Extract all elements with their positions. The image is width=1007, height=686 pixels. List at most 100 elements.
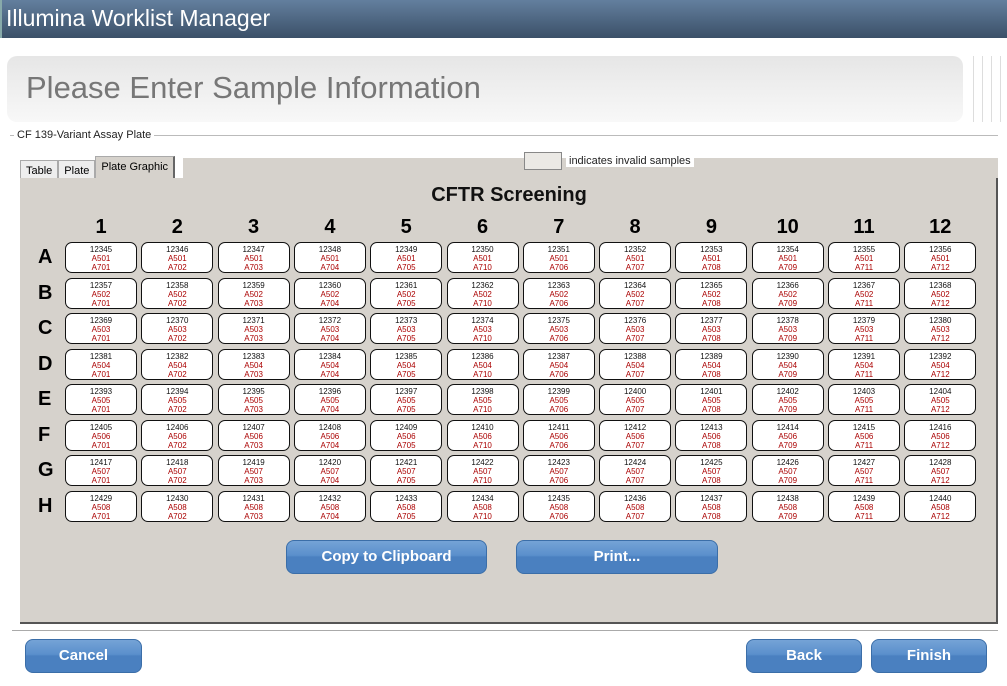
plate-well[interactable]: 12440 A508 A712: [904, 490, 977, 522]
plate-well[interactable]: 12381 A504 A701: [65, 348, 137, 380]
plate-well[interactable]: 12425 A507 A708: [675, 455, 748, 486]
back-button[interactable]: Back: [746, 639, 862, 673]
plate-well[interactable]: 12358 A502 A702: [141, 277, 214, 309]
tab-plate[interactable]: Plate: [58, 160, 96, 180]
plate-well[interactable]: 12353 A501 A708: [675, 242, 748, 273]
plate-well[interactable]: 12422 A507 A710: [446, 455, 519, 486]
plate-well[interactable]: 12396 A505 A704: [293, 384, 366, 415]
plate-well[interactable]: 12362 A502 A710: [446, 277, 519, 309]
plate-well[interactable]: 12405 A506 A701: [65, 419, 137, 451]
plate-well[interactable]: 12382 A504 A702: [141, 348, 214, 380]
plate-well[interactable]: 12387 A504 A706: [522, 348, 595, 380]
plate-well[interactable]: 12365 A502 A708: [675, 277, 748, 309]
plate-well[interactable]: 12375 A503 A706: [522, 313, 595, 344]
plate-well[interactable]: 12399 A505 A706: [522, 384, 595, 415]
plate-well[interactable]: 12413 A506 A708: [675, 419, 748, 451]
plate-well[interactable]: 12394 A505 A702: [141, 384, 214, 415]
plate-well[interactable]: 12403 A505 A711: [828, 384, 900, 415]
plate-well[interactable]: 12386 A504 A710: [446, 348, 519, 380]
plate-well[interactable]: 12418 A507 A702: [141, 455, 214, 486]
plate-well[interactable]: 12416 A506 A712: [904, 419, 977, 451]
plate-well[interactable]: 12379 A503 A711: [828, 313, 900, 344]
copy-to-clipboard-button[interactable]: Copy to Clipboard: [286, 540, 487, 574]
plate-well[interactable]: 12404 A505 A712: [904, 384, 977, 415]
plate-well[interactable]: 12385 A504 A705: [370, 348, 443, 380]
print-button[interactable]: Print...: [516, 540, 718, 574]
plate-well[interactable]: 12401 A505 A708: [675, 384, 748, 415]
plate-well[interactable]: 12371 A503 A703: [217, 313, 290, 344]
plate-well[interactable]: 12369 A503 A701: [65, 313, 137, 344]
plate-well[interactable]: 12410 A506 A710: [446, 419, 519, 451]
plate-well[interactable]: 12345 A501 A701: [65, 242, 137, 273]
plate-well[interactable]: 12434 A508 A710: [446, 490, 519, 522]
plate-well[interactable]: 12411 A506 A706: [522, 419, 595, 451]
plate-well[interactable]: 12432 A508 A704: [293, 490, 366, 522]
plate-well[interactable]: 12383 A504 A703: [217, 348, 290, 380]
plate-well[interactable]: 12351 A501 A706: [522, 242, 595, 273]
plate-well[interactable]: 12347 A501 A703: [217, 242, 290, 273]
plate-well[interactable]: 12412 A506 A707: [599, 419, 672, 451]
plate-well[interactable]: 12421 A507 A705: [370, 455, 443, 486]
plate-well[interactable]: 12355 A501 A711: [828, 242, 900, 273]
plate-well[interactable]: 12357 A502 A701: [65, 277, 137, 309]
plate-well[interactable]: 12435 A508 A706: [522, 490, 595, 522]
plate-well[interactable]: 12352 A501 A707: [599, 242, 672, 273]
plate-well[interactable]: 12384 A504 A704: [293, 348, 366, 380]
plate-well[interactable]: 12415 A506 A711: [828, 419, 900, 451]
plate-well[interactable]: 12364 A502 A707: [599, 277, 672, 309]
plate-well[interactable]: 12359 A502 A703: [217, 277, 290, 309]
plate-well[interactable]: 12429 A508 A701: [65, 490, 137, 522]
plate-well[interactable]: 12427 A507 A711: [828, 455, 900, 486]
plate-well[interactable]: 12408 A506 A704: [293, 419, 366, 451]
tab-plate-graphic[interactable]: Plate Graphic: [95, 156, 176, 178]
plate-well[interactable]: 12436 A508 A707: [599, 490, 672, 522]
plate-well[interactable]: 12346 A501 A702: [141, 242, 214, 273]
plate-well[interactable]: 12360 A502 A704: [293, 277, 366, 309]
plate-well[interactable]: 12409 A506 A705: [370, 419, 443, 451]
tab-table[interactable]: Table: [20, 160, 59, 180]
plate-well[interactable]: 12407 A506 A703: [217, 419, 290, 451]
plate-well[interactable]: 12414 A506 A709: [751, 419, 824, 451]
plate-well[interactable]: 12398 A505 A710: [446, 384, 519, 415]
plate-well[interactable]: 12400 A505 A707: [599, 384, 672, 415]
plate-well[interactable]: 12393 A505 A701: [65, 384, 137, 415]
plate-well[interactable]: 12348 A501 A704: [293, 242, 366, 273]
plate-well[interactable]: 12431 A508 A703: [217, 490, 290, 522]
plate-well[interactable]: 12370 A503 A702: [141, 313, 214, 344]
plate-well[interactable]: 12397 A505 A705: [370, 384, 443, 415]
plate-well[interactable]: 12437 A508 A708: [675, 490, 748, 522]
plate-well[interactable]: 12390 A504 A709: [751, 348, 824, 380]
plate-well[interactable]: 12368 A502 A712: [904, 277, 977, 309]
plate-well[interactable]: 12389 A504 A708: [675, 348, 748, 380]
plate-well[interactable]: 12361 A502 A705: [370, 277, 443, 309]
plate-well[interactable]: 12424 A507 A707: [599, 455, 672, 486]
plate-well[interactable]: 12391 A504 A711: [828, 348, 900, 380]
plate-well[interactable]: 12417 A507 A701: [65, 455, 137, 486]
finish-button[interactable]: Finish: [871, 639, 987, 673]
plate-well[interactable]: 12420 A507 A704: [293, 455, 366, 486]
plate-well[interactable]: 12388 A504 A707: [599, 348, 672, 380]
plate-well[interactable]: 12374 A503 A710: [446, 313, 519, 344]
plate-well[interactable]: 12428 A507 A712: [904, 455, 977, 486]
plate-well[interactable]: 12439 A508 A711: [828, 490, 900, 522]
plate-well[interactable]: 12354 A501 A709: [751, 242, 824, 273]
plate-well[interactable]: 12423 A507 A706: [522, 455, 595, 486]
plate-well[interactable]: 12376 A503 A707: [599, 313, 672, 344]
plate-well[interactable]: 12395 A505 A703: [217, 384, 290, 415]
plate-well[interactable]: 12402 A505 A709: [751, 384, 824, 415]
plate-well[interactable]: 12349 A501 A705: [370, 242, 443, 273]
plate-well[interactable]: 12380 A503 A712: [904, 313, 977, 344]
plate-well[interactable]: 12433 A508 A705: [370, 490, 443, 522]
plate-well[interactable]: 12438 A508 A709: [751, 490, 824, 522]
plate-well[interactable]: 12377 A503 A708: [675, 313, 748, 344]
plate-well[interactable]: 12367 A502 A711: [828, 277, 900, 309]
plate-well[interactable]: 12392 A504 A712: [904, 348, 977, 380]
plate-well[interactable]: 12373 A503 A705: [370, 313, 443, 344]
plate-well[interactable]: 12363 A502 A706: [522, 277, 595, 309]
plate-well[interactable]: 12372 A503 A704: [293, 313, 366, 344]
plate-well[interactable]: 12406 A506 A702: [141, 419, 214, 451]
plate-well[interactable]: 12356 A501 A712: [904, 242, 977, 273]
plate-well[interactable]: 12350 A501 A710: [446, 242, 519, 273]
plate-well[interactable]: 12378 A503 A709: [751, 313, 824, 344]
cancel-button[interactable]: Cancel: [25, 639, 142, 673]
